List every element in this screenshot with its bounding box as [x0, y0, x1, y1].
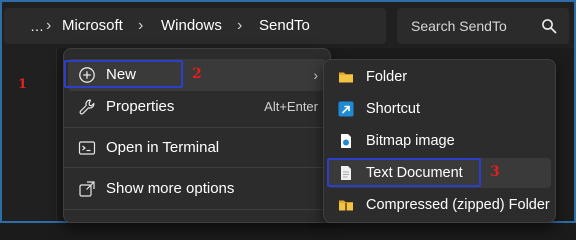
search-box[interactable]: Search SendTo — [397, 8, 569, 44]
overflow-crumbs-button[interactable]: … — [30, 8, 44, 44]
menu-divider — [64, 167, 330, 168]
breadcrumb-separator[interactable]: › — [46, 8, 51, 44]
menu-item-label: Show more options — [106, 180, 235, 197]
folder-icon — [339, 72, 353, 83]
annotation-box-text-document — [327, 158, 481, 187]
breadcrumb-separator[interactable]: › — [237, 8, 242, 44]
address-bar[interactable]: … › Microsoft › Windows › SendTo — [4, 8, 386, 44]
submenu-item-folder[interactable]: Folder — [328, 62, 551, 92]
submenu-item-label: Shortcut — [366, 101, 420, 117]
submenu-item-compressed-folder[interactable]: Compressed (zipped) Folder — [328, 190, 551, 220]
chevron-right-icon: › — [313, 67, 318, 83]
bitmap-file-icon — [341, 134, 351, 148]
zip-folder-icon — [339, 200, 353, 211]
menu-item-label: Open in Terminal — [106, 139, 220, 156]
search-input[interactable]: Search SendTo — [411, 8, 507, 44]
submenu-item-label: Compressed (zipped) Folder — [366, 197, 550, 213]
new-submenu: Folder Shortcut Bitmap image Text Docume… — [323, 59, 556, 223]
menu-divider — [64, 209, 330, 210]
menu-item-show-more-options[interactable]: Show more options — [68, 173, 326, 205]
terminal-icon — [78, 141, 96, 155]
menu-item-properties[interactable]: Properties Alt+Enter — [68, 91, 326, 123]
breadcrumb-sendto[interactable]: SendTo — [259, 8, 310, 44]
submenu-item-shortcut[interactable]: Shortcut — [328, 94, 551, 124]
address-toolbar: … › Microsoft › Windows › SendTo Search … — [2, 2, 574, 48]
annotation-number-1: 1 — [18, 77, 28, 92]
breadcrumb-separator[interactable]: › — [138, 8, 143, 44]
annotation-number-2: 2 — [192, 66, 202, 82]
shortcut-icon — [338, 101, 354, 117]
submenu-item-bitmap-image[interactable]: Bitmap image — [328, 126, 551, 156]
menu-item-open-in-terminal[interactable]: Open in Terminal — [68, 132, 326, 164]
navigation-pane[interactable] — [2, 48, 57, 221]
share-icon — [79, 181, 95, 197]
wrench-icon — [79, 99, 95, 115]
search-icon[interactable] — [541, 18, 557, 34]
menu-divider — [64, 127, 330, 128]
menu-item-label: Properties — [106, 98, 175, 115]
submenu-item-label: Folder — [366, 69, 408, 85]
annotation-number-3: 3 — [490, 164, 500, 180]
submenu-item-label: Bitmap image — [366, 133, 455, 149]
annotation-box-new — [64, 60, 183, 88]
shortcut-text: Alt+Enter — [264, 99, 318, 114]
breadcrumb-windows[interactable]: Windows — [161, 8, 222, 44]
breadcrumb-microsoft[interactable]: Microsoft — [62, 8, 123, 44]
